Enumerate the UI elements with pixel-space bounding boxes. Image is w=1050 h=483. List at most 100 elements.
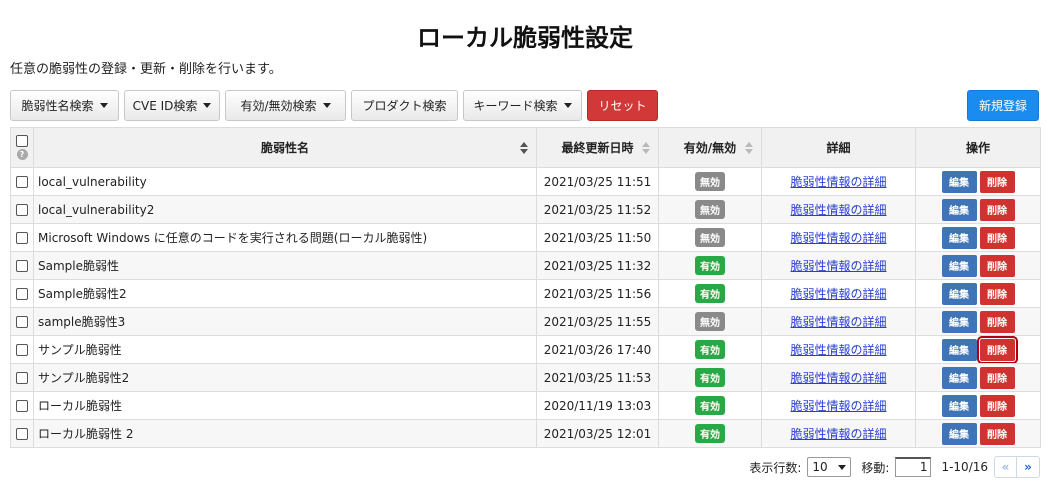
detail-cell: 脆弱性情報の詳細: [761, 307, 916, 336]
search-by-enabled-label: 有効/無効検索: [240, 99, 317, 113]
search-by-cve-dropdown[interactable]: CVE ID検索: [124, 90, 220, 121]
header-name[interactable]: 脆弱性名: [33, 127, 537, 168]
table-row: ローカル脆弱性 2 2021/03/25 12:01 有効 脆弱性情報の詳細 編集 削除: [10, 419, 1041, 448]
detail-link[interactable]: 脆弱性情報の詳細: [790, 315, 886, 329]
actions-cell: 編集 削除: [915, 251, 1041, 280]
table-row: Microsoft Windows に任意のコードを実行される問題(ローカル脆弱…: [10, 223, 1041, 252]
status-cell: 無効: [658, 195, 762, 224]
table-row: ローカル脆弱性 2020/11/19 13:03 有効 脆弱性情報の詳細 編集 削除: [10, 391, 1041, 420]
updated-at: 2021/03/25 11:51: [536, 167, 659, 196]
row-checkbox[interactable]: [16, 288, 28, 300]
vulnerability-name: Microsoft Windows に任意のコードを実行される問題(ローカル脆弱…: [33, 223, 537, 252]
delete-button[interactable]: 削除: [979, 422, 1015, 445]
status-badge: 無効: [695, 312, 725, 331]
delete-button[interactable]: 削除: [979, 310, 1015, 333]
row-checkbox[interactable]: [16, 204, 28, 216]
updated-at: 2021/03/25 11:53: [536, 363, 659, 392]
caret-down-icon: [203, 103, 212, 108]
edit-button[interactable]: 編集: [941, 198, 977, 221]
row-checkbox[interactable]: [16, 316, 28, 328]
detail-link[interactable]: 脆弱性情報の詳細: [790, 231, 886, 245]
search-by-name-dropdown[interactable]: 脆弱性名検索: [10, 90, 119, 121]
detail-link[interactable]: 脆弱性情報の詳細: [790, 287, 886, 301]
status-badge: 無効: [695, 228, 725, 247]
detail-link[interactable]: 脆弱性情報の詳細: [790, 343, 886, 357]
delete-button[interactable]: 削除: [976, 336, 1018, 363]
actions-cell: 編集 削除: [915, 419, 1041, 448]
rows-per-page-select[interactable]: 10: [807, 457, 852, 477]
page-number-input[interactable]: 1: [895, 457, 932, 477]
delete-button[interactable]: 削除: [979, 394, 1015, 417]
delete-button[interactable]: 削除: [979, 282, 1015, 305]
detail-link[interactable]: 脆弱性情報の詳細: [790, 371, 886, 385]
status-badge: 無効: [695, 200, 725, 219]
row-checkbox[interactable]: [16, 372, 28, 384]
edit-button[interactable]: 編集: [941, 226, 977, 249]
updated-at: 2021/03/25 12:01: [536, 419, 659, 448]
detail-link[interactable]: 脆弱性情報の詳細: [790, 427, 886, 441]
row-checkbox[interactable]: [16, 344, 28, 356]
select-all-checkbox[interactable]: [16, 135, 28, 147]
status-badge: 有効: [695, 284, 725, 303]
status-cell: 無効: [658, 307, 762, 336]
pager: 表示行数: 10 移動: 1 1-10/16 « »: [749, 455, 1040, 479]
header-name-label: 脆弱性名: [260, 141, 309, 155]
delete-button[interactable]: 削除: [979, 254, 1015, 277]
edit-button[interactable]: 編集: [941, 282, 977, 305]
edit-button[interactable]: 編集: [941, 310, 977, 333]
edit-button[interactable]: 編集: [941, 366, 977, 389]
row-select-cell: [10, 279, 34, 308]
row-select-cell: [10, 167, 34, 196]
page-title: ローカル脆弱性設定: [417, 24, 633, 52]
row-checkbox[interactable]: [16, 176, 28, 188]
status-badge: 無効: [695, 172, 725, 191]
help-icon[interactable]: ?: [16, 149, 28, 160]
detail-link[interactable]: 脆弱性情報の詳細: [790, 259, 886, 273]
row-checkbox[interactable]: [16, 400, 28, 412]
vulnerability-name: sample脆弱性3: [33, 307, 537, 336]
table-row: サンプル脆弱性 2021/03/26 17:40 有効 脆弱性情報の詳細 編集 削除: [10, 335, 1041, 364]
detail-cell: 脆弱性情報の詳細: [761, 167, 916, 196]
row-checkbox[interactable]: [16, 260, 28, 272]
prev-page-icon[interactable]: «: [995, 457, 1017, 477]
table-header-row: ? 脆弱性名 最終更新日時 有効/無効 詳細 操作: [10, 127, 1041, 168]
actions-cell: 編集 削除: [915, 167, 1041, 196]
row-checkbox[interactable]: [16, 232, 28, 244]
next-page-icon[interactable]: »: [1017, 457, 1039, 477]
status-cell: 無効: [658, 223, 762, 252]
edit-button[interactable]: 編集: [941, 254, 977, 277]
detail-link[interactable]: 脆弱性情報の詳細: [790, 175, 886, 189]
header-updated[interactable]: 最終更新日時: [536, 127, 659, 168]
updated-at: 2021/03/25 11:32: [536, 251, 659, 280]
detail-link[interactable]: 脆弱性情報の詳細: [790, 203, 886, 217]
delete-button[interactable]: 削除: [979, 170, 1015, 193]
page-nav: « »: [994, 456, 1040, 478]
product-search-button[interactable]: プロダクト検索: [351, 90, 458, 121]
search-by-enabled-dropdown[interactable]: 有効/無効検索: [225, 90, 346, 121]
rows-per-page-value: 10: [812, 460, 828, 474]
delete-button[interactable]: 削除: [979, 366, 1015, 389]
status-badge: 有効: [695, 368, 725, 387]
row-checkbox[interactable]: [16, 428, 28, 440]
delete-button[interactable]: 削除: [979, 226, 1015, 249]
updated-at: 2021/03/25 11:55: [536, 307, 659, 336]
row-select-cell: [10, 307, 34, 336]
reset-button[interactable]: リセット: [587, 90, 658, 121]
status-cell: 有効: [658, 391, 762, 420]
edit-button[interactable]: 編集: [941, 170, 977, 193]
keyword-search-dropdown[interactable]: キーワード検索: [463, 90, 582, 121]
header-updated-label: 最終更新日時: [561, 141, 634, 155]
edit-button[interactable]: 編集: [941, 394, 977, 417]
move-label: 移動:: [861, 460, 890, 475]
header-enabled[interactable]: 有効/無効: [658, 127, 762, 168]
new-register-button[interactable]: 新規登録: [967, 90, 1039, 121]
detail-link[interactable]: 脆弱性情報の詳細: [790, 399, 886, 413]
edit-button[interactable]: 編集: [941, 338, 977, 361]
rows-per-page-label: 表示行数:: [749, 460, 802, 475]
detail-cell: 脆弱性情報の詳細: [761, 195, 916, 224]
table-row: local_vulnerability2 2021/03/25 11:52 無効 脆弱…: [10, 195, 1041, 224]
row-select-cell: [10, 335, 34, 364]
edit-button[interactable]: 編集: [941, 422, 977, 445]
row-select-cell: [10, 195, 34, 224]
delete-button[interactable]: 削除: [979, 198, 1015, 221]
